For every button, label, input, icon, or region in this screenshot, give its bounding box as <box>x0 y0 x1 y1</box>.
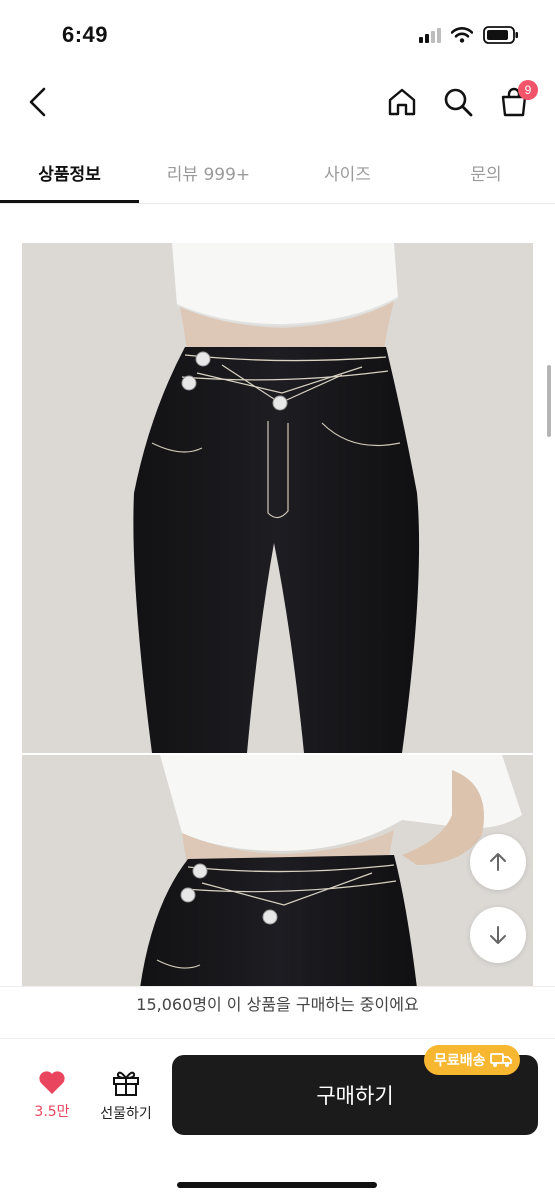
gift-icon <box>113 1071 139 1096</box>
heart-icon <box>39 1071 65 1094</box>
back-button[interactable] <box>18 82 58 122</box>
truck-icon <box>489 1053 512 1067</box>
status-icons <box>419 26 519 44</box>
wifi-icon <box>451 27 473 43</box>
battery-icon <box>483 26 518 44</box>
tab-inquiry[interactable]: 문의 <box>417 142 555 202</box>
product-photo-jeans-waist-detail <box>22 755 533 988</box>
signal-icon <box>419 28 441 43</box>
purchase-notice: 15,060명이 이 상품을 구매하는 중이에요 <box>0 986 555 1038</box>
product-detail-content <box>22 243 533 988</box>
like-button[interactable]: 3.5만 <box>22 1069 82 1139</box>
tab-product-info[interactable]: 상품정보 <box>0 142 139 202</box>
free-shipping-badge: 무료배송 <box>424 1045 520 1075</box>
scroll-indicator[interactable] <box>547 365 551 437</box>
active-tab-indicator <box>0 200 139 203</box>
tab-reviews[interactable]: 리뷰 999+ <box>139 142 278 202</box>
back-icon <box>29 87 46 117</box>
scroll-up-button[interactable] <box>470 834 526 890</box>
scroll-down-button[interactable] <box>470 907 526 963</box>
product-photo-jeans-front <box>22 243 533 753</box>
navigation-bar: 9 <box>0 70 555 134</box>
gift-button[interactable]: 선물하기 <box>92 1069 160 1139</box>
cart-button[interactable]: 9 <box>494 80 538 122</box>
home-indicator <box>177 1182 377 1188</box>
free-shipping-label: 무료배송 <box>434 1053 486 1069</box>
search-icon <box>444 88 473 117</box>
arrow-up-icon <box>490 853 506 871</box>
status-bar: 6:49 <box>0 0 555 70</box>
arrow-down-icon <box>490 926 506 944</box>
purchase-notice-text: 15,060명이 이 상품을 구매하는 중이에요 <box>136 995 419 1014</box>
gift-label: 선물하기 <box>100 1106 152 1122</box>
tab-size[interactable]: 사이즈 <box>278 142 417 202</box>
status-time: 6:49 <box>62 22 109 47</box>
search-button[interactable] <box>438 82 478 122</box>
cart-count-badge: 9 <box>518 80 538 100</box>
home-icon <box>388 88 416 116</box>
like-count: 3.5만 <box>34 1104 70 1120</box>
home-button[interactable] <box>382 82 422 122</box>
product-tabs: 상품정보 리뷰 999+ 사이즈 문의 <box>0 142 555 204</box>
